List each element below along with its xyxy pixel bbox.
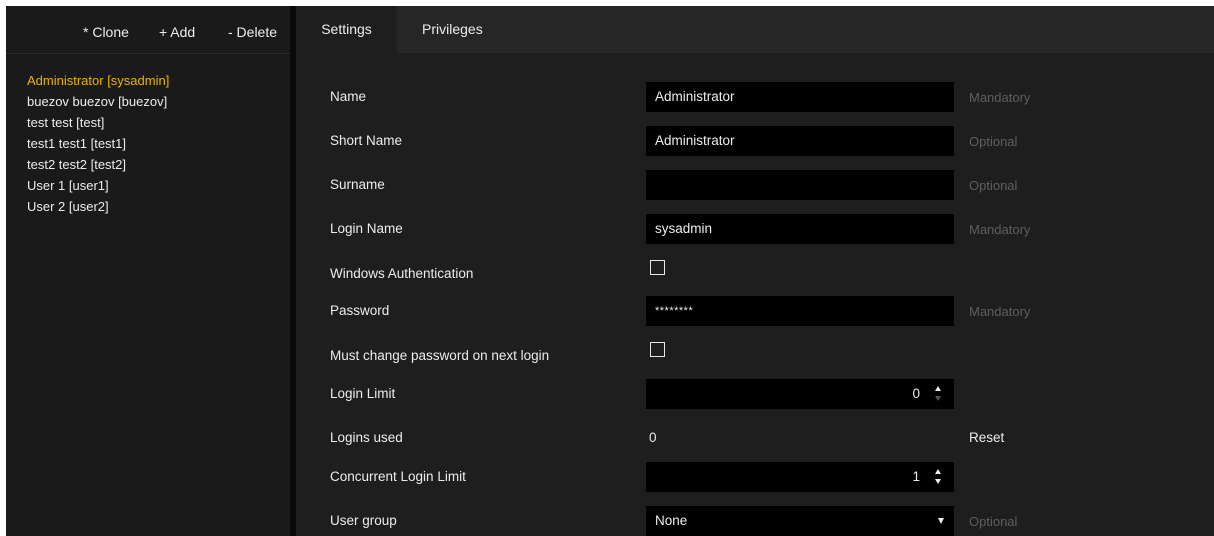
concurrent-limit-row: Concurrent Login Limit 1 (296, 462, 1214, 492)
user-group-value: None (655, 513, 688, 528)
password-label: Password (330, 303, 390, 318)
surname-hint: Optional (969, 178, 1018, 193)
user-item-test[interactable]: test test [test] (27, 112, 169, 133)
user-list: Administrator [sysadmin] buezov buezov [… (27, 70, 169, 217)
user-group-hint: Optional (969, 514, 1018, 529)
user-group-select[interactable]: None (646, 506, 954, 536)
surname-label: Surname (330, 177, 385, 192)
user-list-panel: * Clone + Add - Delete Administrator [sy… (6, 6, 290, 536)
user-details-panel: Settings Privileges Name Administrator M… (296, 6, 1214, 536)
password-row: Password ******** Mandatory (296, 296, 1214, 326)
name-label: Name (330, 89, 367, 104)
user-item-test1[interactable]: test1 test1 [test1] (27, 133, 169, 154)
concurrent-limit-spin (934, 467, 944, 487)
decrement-arrow-icon[interactable] (935, 396, 941, 401)
short-name-hint: Optional (969, 134, 1018, 149)
increment-arrow-icon[interactable] (935, 386, 941, 391)
must-change-label: Must change password on next login (330, 348, 550, 363)
user-group-label: User group (330, 513, 397, 528)
user-item-user1[interactable]: User 1 [user1] (27, 175, 169, 196)
user-toolbar: * Clone + Add - Delete (6, 6, 290, 54)
user-item-test2[interactable]: test2 test2 [test2] (27, 154, 169, 175)
login-limit-spin (934, 384, 944, 404)
logins-used-label: Logins used (330, 430, 403, 445)
login-limit-label: Login Limit (330, 386, 396, 401)
login-name-label: Login Name (330, 221, 403, 236)
user-group-row: User group None Optional (296, 506, 1214, 536)
user-item-sysadmin[interactable]: Administrator [sysadmin] (27, 70, 169, 91)
tab-privileges[interactable]: Privileges (397, 6, 517, 53)
login-limit-stepper[interactable]: 0 (646, 379, 954, 409)
decrement-arrow-icon[interactable] (935, 479, 941, 484)
concurrent-limit-value: 1 (912, 469, 920, 484)
surname-field[interactable] (646, 170, 954, 200)
password-hint: Mandatory (969, 304, 1031, 319)
user-item-user2[interactable]: User 2 [user2] (27, 196, 169, 217)
add-button[interactable]: + Add (159, 24, 195, 40)
windows-auth-row: Windows Authentication (296, 259, 1214, 289)
name-field[interactable]: Administrator (646, 82, 954, 112)
login-limit-row: Login Limit 0 (296, 379, 1214, 409)
concurrent-limit-label: Concurrent Login Limit (330, 469, 466, 484)
name-hint: Mandatory (969, 90, 1031, 105)
windows-auth-checkbox[interactable] (650, 260, 665, 275)
short-name-label: Short Name (330, 133, 403, 148)
tab-settings[interactable]: Settings (296, 6, 397, 53)
surname-row: Surname Optional (296, 170, 1214, 200)
login-name-row: Login Name sysadmin Mandatory (296, 214, 1214, 244)
delete-button[interactable]: - Delete (228, 24, 277, 40)
chevron-down-icon (938, 518, 944, 524)
user-management-window: * Clone + Add - Delete Administrator [sy… (6, 6, 1214, 536)
increment-arrow-icon[interactable] (935, 469, 941, 474)
short-name-row: Short Name Administrator Optional (296, 126, 1214, 156)
concurrent-limit-stepper[interactable]: 1 (646, 462, 954, 492)
login-name-field[interactable]: sysadmin (646, 214, 954, 244)
tab-bar: Settings Privileges (296, 6, 1214, 53)
must-change-checkbox[interactable] (650, 342, 665, 357)
must-change-row: Must change password on next login (296, 341, 1214, 371)
user-item-buezov[interactable]: buezov buezov [buezov] (27, 91, 169, 112)
password-field[interactable]: ******** (646, 296, 954, 326)
short-name-field[interactable]: Administrator (646, 126, 954, 156)
login-name-hint: Mandatory (969, 222, 1031, 237)
login-limit-value: 0 (912, 386, 920, 401)
logins-used-value: 0 (649, 430, 657, 445)
windows-auth-label: Windows Authentication (330, 266, 474, 281)
reset-button[interactable]: Reset (969, 430, 1004, 445)
clone-button[interactable]: * Clone (83, 24, 129, 40)
logins-used-row: Logins used 0 Reset (296, 423, 1214, 453)
name-row: Name Administrator Mandatory (296, 82, 1214, 112)
